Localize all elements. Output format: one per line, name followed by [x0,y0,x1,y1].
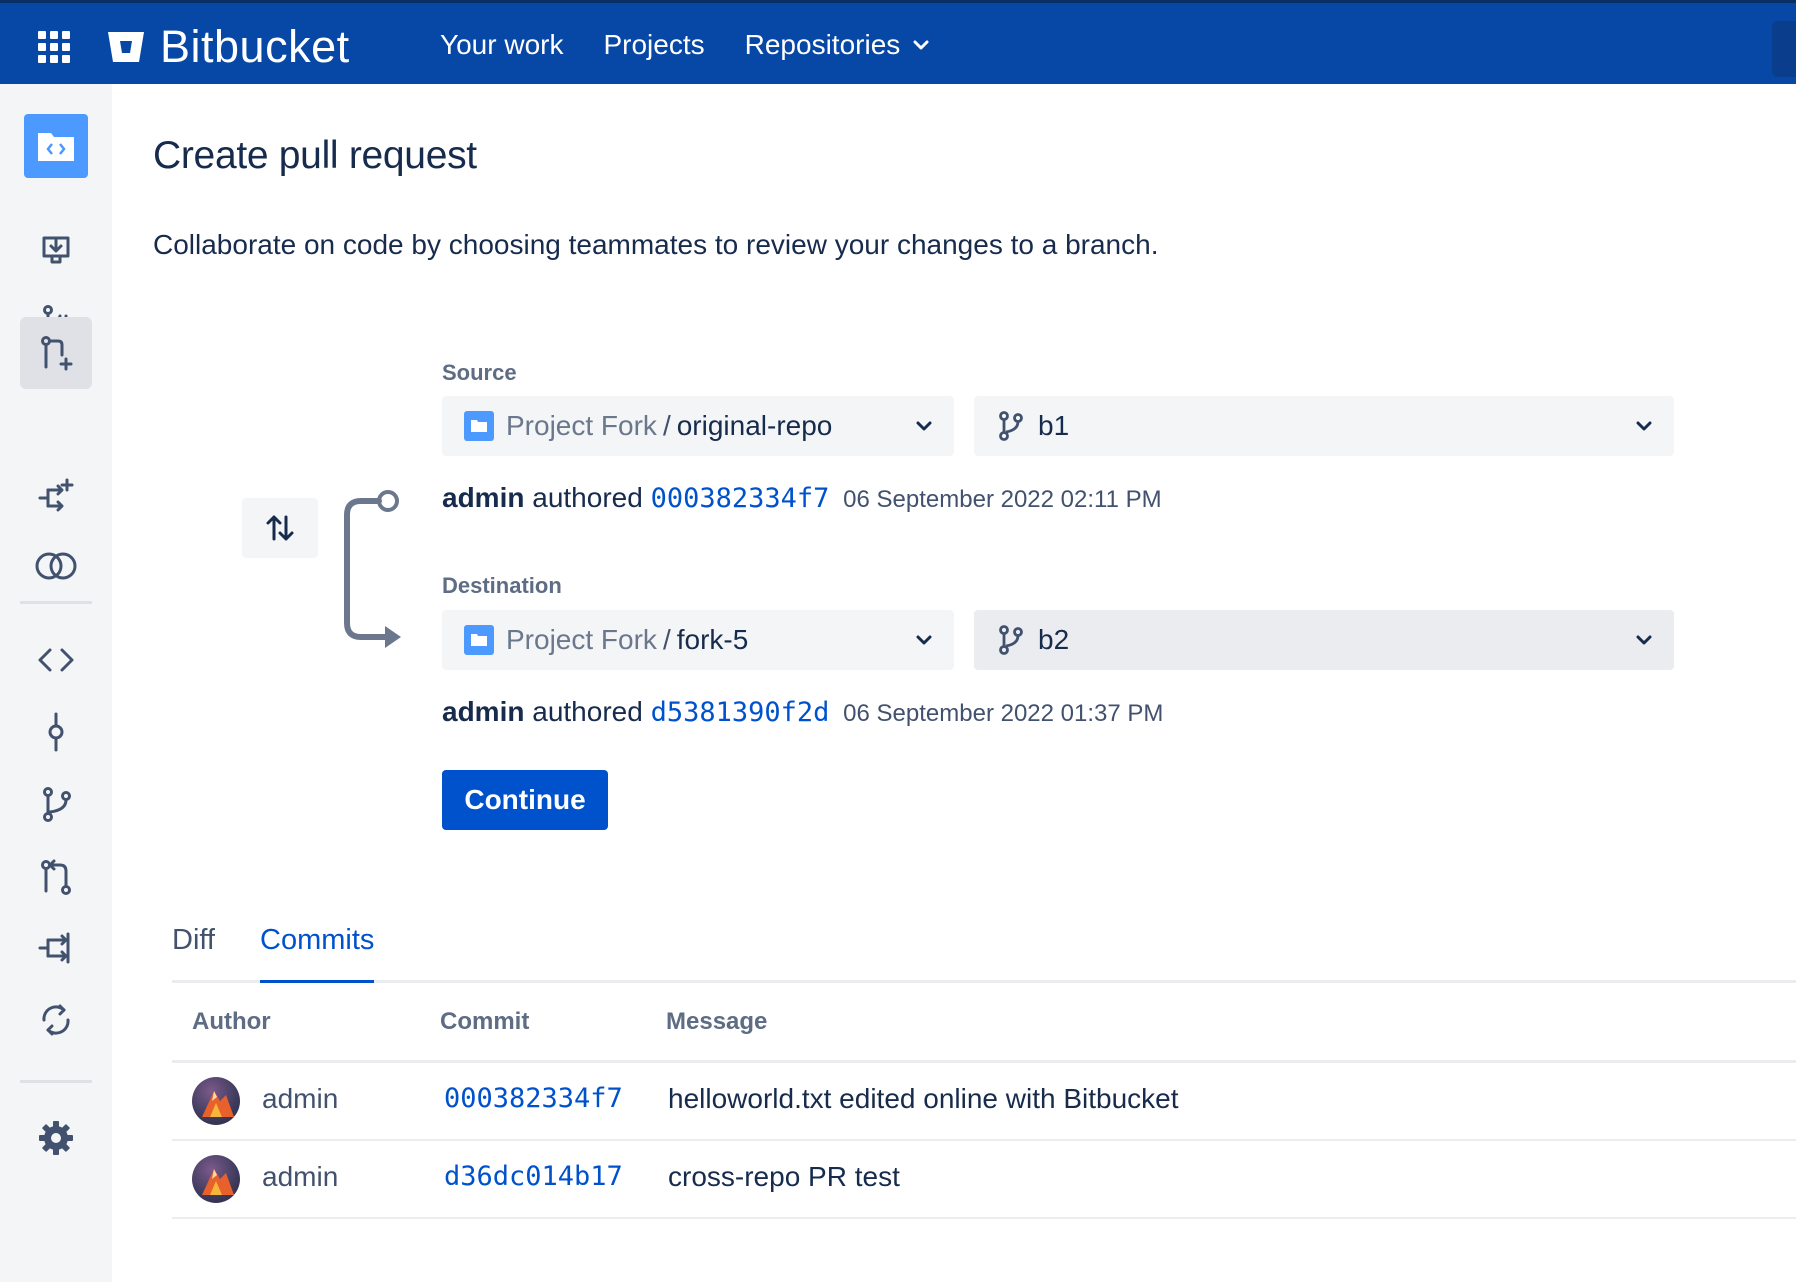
tab-bar: Diff Commits [172,924,1796,983]
pull-requests-icon[interactable] [20,841,92,913]
continue-button[interactable]: Continue [442,770,608,830]
commits-table: Author Commit Message admin 000382334f7 … [172,982,1796,1219]
commit-hash-link[interactable]: d36dc014b17 [444,1161,623,1192]
authored-text: authored [532,696,643,727]
column-author: Author [192,1008,271,1035]
nav-projects-label: Projects [603,29,705,60]
column-message: Message [666,1008,768,1035]
source-icon[interactable] [20,624,92,696]
avatar[interactable] [192,1077,240,1125]
avatar[interactable] [192,1155,240,1203]
table-header: Author Commit Message [172,982,1796,1063]
sidebar-divider [20,601,92,604]
chevron-down-icon [1636,635,1652,645]
top-navigation-bar: Bitbucket Your work Projects Repositorie… [0,0,1796,84]
source-commit-link[interactable]: 000382334f7 [651,483,830,514]
commits-icon[interactable] [20,696,92,768]
table-row: admin d36dc014b17 cross-repo PR test [172,1141,1796,1219]
sidebar-divider [20,1080,92,1083]
nav-projects[interactable]: Projects [603,29,704,61]
repository-icon[interactable] [24,114,88,178]
swap-icon [266,515,294,541]
branch-icon [999,411,1023,441]
destination-author: admin [442,696,525,727]
nav-your-work-label: Your work [440,29,564,60]
table-row: admin 000382334f7 helloworld.txt edited … [172,1063,1796,1141]
nav-repositories-label: Repositories [744,29,901,60]
bitbucket-icon [108,32,144,62]
commit-author: admin [262,1083,339,1114]
path-separator: / [662,624,671,655]
page-title: Create pull request [153,134,477,177]
destination-repository-select[interactable]: Project Fork / fork-5 [442,610,954,670]
column-commit: Commit [440,1008,530,1035]
destination-branch-name: b2 [1038,624,1070,655]
commit-message: cross-repo PR test [668,1161,900,1192]
clone-icon[interactable] [20,214,92,286]
compare-icon[interactable] [20,530,92,602]
destination-project-name: Project Fork [506,624,657,655]
chevron-down-icon [916,635,932,645]
source-label: Source [442,360,517,385]
tab-commits[interactable]: Commits [260,924,375,983]
chevron-down-icon [913,40,929,50]
path-separator: / [662,410,671,441]
destination-commit-date: 06 September 2022 01:37 PM [843,700,1164,727]
destination-commit-link[interactable]: d5381390f2d [651,697,830,728]
destination-label: Destination [442,573,562,598]
commit-hash-link[interactable]: 000382334f7 [444,1083,623,1114]
app-switcher-icon[interactable] [36,29,72,65]
create-pull-request-icon[interactable] [20,317,92,389]
sidebar [0,84,112,1282]
chevron-down-icon [1636,421,1652,431]
destination-branch-select[interactable]: b2 [974,610,1674,670]
source-branch-select[interactable]: b1 [974,396,1674,456]
source-author: admin [442,482,525,513]
source-repository-name: original-repo [676,410,833,441]
branches-icon[interactable] [20,768,92,840]
project-icon [464,625,494,655]
brand-name: Bitbucket [160,21,350,72]
settings-icon[interactable] [20,1102,92,1174]
chevron-down-icon [916,421,932,431]
search-button[interactable] [1772,21,1796,77]
bitbucket-logo[interactable]: Bitbucket [106,21,350,72]
source-commit-date: 06 September 2022 02:11 PM [843,486,1162,513]
builds-icon[interactable] [20,984,92,1056]
source-latest-commit: admin authored 000382334f7 06 September … [442,482,1162,514]
project-icon [464,411,494,441]
primary-nav: Your work Projects Repositories [440,3,970,87]
source-to-destination-arrow-icon [344,490,401,648]
main-content: Create pull request Collaborate on code … [112,84,1796,1282]
destination-repository-name: fork-5 [676,624,749,655]
swap-branches-button[interactable] [242,498,318,558]
page-description: Collaborate on code by choosing teammate… [153,229,1159,260]
source-repository-select[interactable]: Project Fork / original-repo [442,396,954,456]
nav-repositories[interactable]: Repositories [745,29,931,61]
authored-text: authored [532,482,643,513]
source-branch-name: b1 [1038,410,1070,441]
create-fork-icon[interactable] [20,460,92,532]
nav-your-work[interactable]: Your work [440,29,563,61]
branch-icon [999,625,1023,655]
forks-icon[interactable] [20,912,92,984]
destination-latest-commit: admin authored d5381390f2d 06 September … [442,696,1163,728]
source-project-name: Project Fork [506,410,657,441]
commit-message: helloworld.txt edited online with Bitbuc… [668,1083,1179,1114]
commit-author: admin [262,1161,339,1192]
tab-diff[interactable]: Diff [172,924,215,980]
